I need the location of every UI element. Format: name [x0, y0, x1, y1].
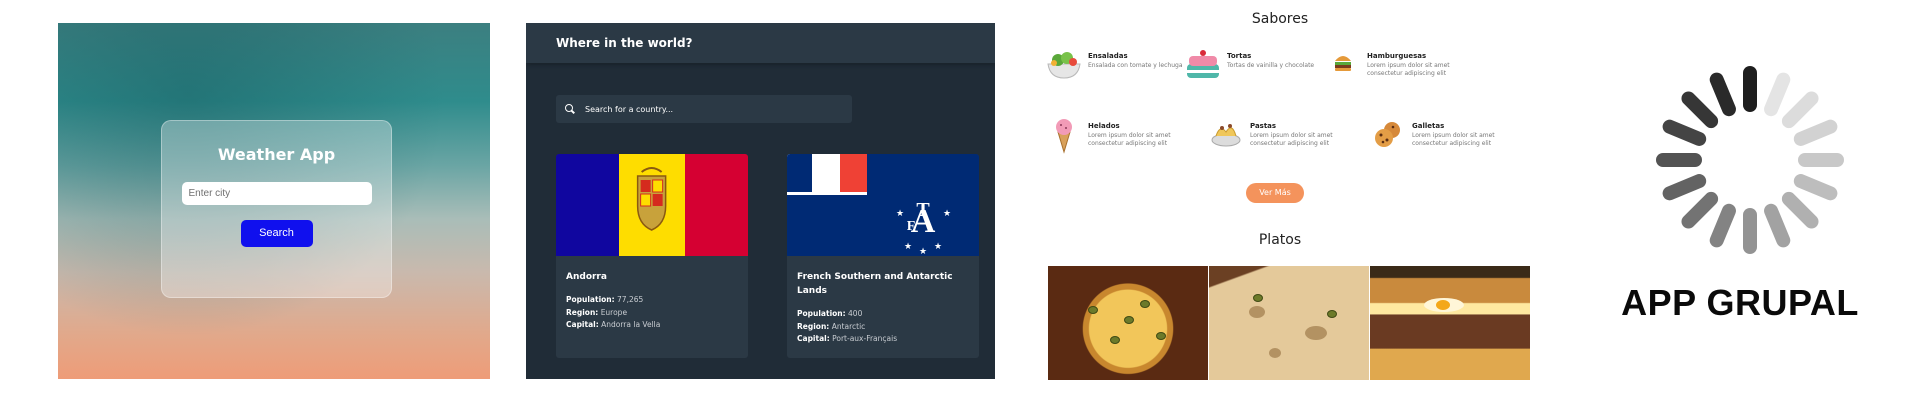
- spinner-spoke: [1798, 153, 1844, 167]
- svg-text:★: ★: [943, 208, 951, 218]
- flavor-item-pastas[interactable]: Pastas Lorem ipsum dolor sit amet consec…: [1206, 114, 1361, 154]
- spinner-spoke: [1660, 117, 1709, 149]
- flavor-name: Hamburguesas: [1367, 52, 1427, 60]
- flavor-item-ensaladas[interactable]: Ensaladas Ensalada con tomate y lechuga: [1044, 44, 1199, 84]
- spinner-spoke: [1707, 70, 1739, 119]
- city-input[interactable]: [181, 182, 372, 205]
- flavor-name: Ensaladas: [1088, 52, 1128, 60]
- sabores-app-panel: Sabores Ensaladas Ensalada con tomate y …: [1030, 0, 1530, 404]
- header: Where in the world?: [526, 23, 995, 63]
- country-facts: Population: 77,265 Region: Europe Capita…: [566, 294, 738, 332]
- country-card[interactable]: Andorra Population: 77,265 Region: Europ…: [556, 154, 748, 358]
- spinner-spoke: [1761, 201, 1793, 250]
- spinner-spoke: [1778, 188, 1822, 232]
- spinner-spoke: [1743, 66, 1757, 112]
- andorra-flag: [556, 154, 748, 256]
- cookies-icon: [1375, 122, 1400, 147]
- region-row: Region: Antarctic: [797, 321, 866, 331]
- country-facts: Population: 400 Region: Antarctic Capita…: [797, 308, 969, 346]
- flavor-item-helados[interactable]: Helados Lorem ipsum dolor sit amet conse…: [1044, 114, 1199, 154]
- flavor-name: Tortas: [1227, 52, 1252, 60]
- population-row: Population: 77,265: [566, 295, 644, 304]
- country-details: French Southern and Antarctic Lands Popu…: [787, 256, 979, 346]
- flavor-name: Helados: [1088, 122, 1120, 130]
- weather-app-panel: Weather App Search: [58, 23, 490, 379]
- svg-text:★: ★: [896, 208, 904, 218]
- population-value: 400: [848, 309, 863, 318]
- capital-row: Capital: Port-aux-Français: [797, 334, 898, 343]
- flavor-description: Lorem ipsum dolor sit amet consectetur a…: [1367, 62, 1450, 77]
- capital-value: Port-aux-Français: [832, 334, 898, 343]
- weather-app-title: Weather App: [217, 145, 336, 164]
- country-search-input[interactable]: Search for a country...: [556, 95, 852, 123]
- spinner-spoke: [1656, 153, 1702, 167]
- dish-image-cheese[interactable]: [1209, 266, 1369, 380]
- flavor-description: Lorem ipsum dolor sit amet consectetur a…: [1412, 132, 1495, 147]
- countries-app-panel: Where in the world? Search for a country…: [526, 23, 995, 379]
- loading-spinner-icon: [1650, 60, 1850, 260]
- section-title-platos: Platos: [1258, 232, 1302, 248]
- app-grupal-title: APP GRUPAL: [1621, 282, 1859, 323]
- dish-image-burger[interactable]: [1370, 266, 1530, 380]
- spinner-spoke: [1707, 201, 1739, 250]
- burger-icon: [1335, 56, 1351, 71]
- flavor-item-tortas[interactable]: Tortas Tortas de vainilla y chocolate: [1183, 44, 1338, 84]
- cake-icon: [1187, 50, 1219, 78]
- capital-row: Capital: Andorra la Vella: [566, 320, 661, 329]
- dish-image-pizza[interactable]: [1048, 266, 1208, 380]
- svg-text:T: T: [916, 199, 930, 221]
- country-name: French Southern and Antarctic Lands: [797, 272, 953, 296]
- ver-mas-button[interactable]: Ver Más: [1246, 183, 1304, 203]
- pasta-icon: [1211, 124, 1241, 147]
- page-title: Where in the world?: [556, 36, 693, 50]
- salad-icon: [1047, 52, 1081, 79]
- app-grupal-logo: APP GRUPAL: [1600, 40, 1880, 340]
- capital-value: Andorra la Vella: [601, 320, 661, 329]
- flavor-description: Lorem ipsum dolor sit amet consectetur a…: [1088, 132, 1171, 147]
- screenshot-collage: Weather App Search Where in the world? S…: [0, 0, 1920, 404]
- flavor-item-hamburguesas[interactable]: Hamburguesas Lorem ipsum dolor sit amet …: [1323, 44, 1478, 84]
- population-row: Population: 400: [797, 309, 863, 318]
- region-value: Europe: [600, 307, 628, 317]
- flavor-description: Lorem ipsum dolor sit amet consectetur a…: [1250, 132, 1333, 147]
- taaf-flag: A T F ★ ★ ★ ★ ★: [787, 154, 979, 256]
- weather-card: Weather App Search: [161, 120, 392, 298]
- svg-text:★: ★: [904, 241, 912, 251]
- population-value: 77,265: [617, 295, 644, 304]
- search-button[interactable]: Search: [240, 220, 313, 247]
- flavor-name: Galletas: [1412, 122, 1445, 130]
- search-icon: [565, 104, 575, 114]
- section-title-sabores: Sabores: [1251, 11, 1309, 27]
- search-placeholder: Search for a country...: [585, 104, 674, 114]
- country-name: Andorra: [566, 272, 607, 282]
- region-value: Antarctic: [831, 321, 866, 331]
- spinner-spoke: [1791, 171, 1840, 203]
- region-row: Region: Europe: [566, 307, 628, 317]
- svg-text:★: ★: [934, 241, 942, 251]
- svg-text:F: F: [907, 219, 916, 234]
- spinner-spoke: [1743, 208, 1757, 254]
- svg-text:★: ★: [919, 246, 927, 256]
- country-card[interactable]: A T F ★ ★ ★ ★ ★ French Southern and Anta…: [787, 154, 979, 358]
- spinner-spoke: [1791, 117, 1840, 149]
- flavor-item-galletas[interactable]: Galletas Lorem ipsum dolor sit amet cons…: [1368, 114, 1523, 154]
- country-details: Andorra Population: 77,265 Region: Europ…: [556, 256, 748, 332]
- flavor-name: Pastas: [1250, 122, 1277, 130]
- ice-cream-icon: [1056, 119, 1072, 154]
